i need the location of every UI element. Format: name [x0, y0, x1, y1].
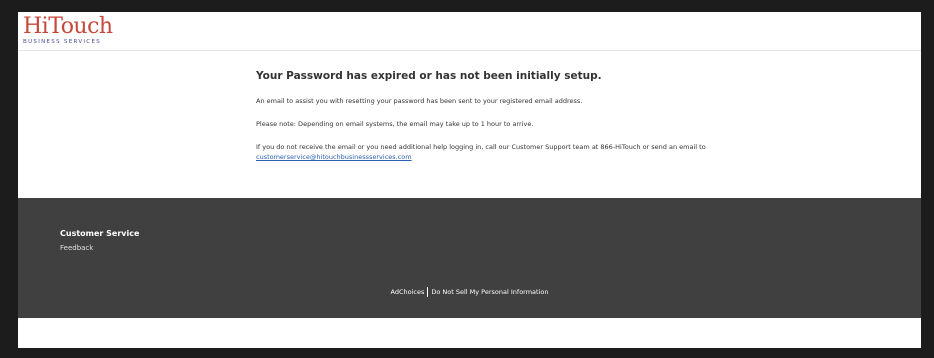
support-text: If you do not receive the email or you n… — [256, 143, 706, 151]
hitouch-logo[interactable]: HiTouch BUSINESS SERVICES — [23, 14, 113, 46]
delay-note: Please note: Depending on email systems,… — [256, 120, 534, 128]
page-title: Your Password has expired or has not bee… — [256, 70, 602, 82]
support-message: If you do not receive the email or you n… — [256, 142, 726, 162]
site-header: HiTouch BUSINESS SERVICES — [18, 12, 921, 51]
feedback-link[interactable]: Feedback — [60, 244, 93, 252]
support-email-link[interactable]: customerservice@hitouchbusinessservices.… — [256, 153, 412, 161]
adchoices-link[interactable]: AdChoices — [390, 288, 424, 296]
logo-tagline: BUSINESS SERVICES — [23, 39, 102, 45]
reset-email-message: An email to assist you with resetting yo… — [256, 97, 583, 105]
page-frame: HiTouch BUSINESS SERVICES Your Password … — [18, 12, 921, 348]
legal-links: AdChoices Do Not Sell My Personal Informa… — [18, 287, 921, 297]
customer-service-heading: Customer Service — [60, 229, 140, 238]
site-footer: Customer Service Feedback AdChoices Do No… — [18, 198, 921, 318]
do-not-sell-link[interactable]: Do Not Sell My Personal Information — [431, 288, 548, 296]
logo-wordmark: HiTouch — [23, 14, 113, 39]
main-content: Your Password has expired or has not bee… — [256, 70, 726, 175]
link-divider — [427, 287, 429, 297]
